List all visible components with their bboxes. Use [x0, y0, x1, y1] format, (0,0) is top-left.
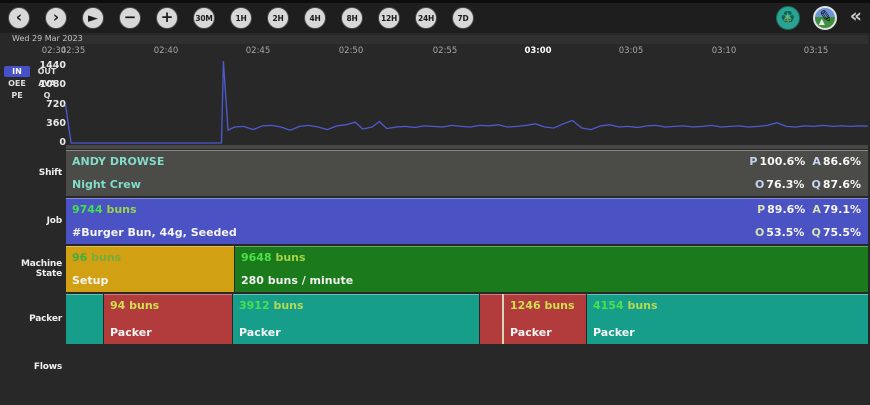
- job-segment-text: #Burger Bun, 44g, Seeded: [72, 226, 237, 239]
- timeline-tick: 02:50: [339, 46, 364, 56]
- range-4h-button[interactable]: 4H: [304, 7, 326, 29]
- timeline-tick: 02:40: [154, 46, 179, 56]
- machine-state-segment-text: 9648 buns: [241, 251, 306, 264]
- packer-segment-text: 4154 buns: [593, 299, 658, 312]
- rate-line-chart: [0, 58, 870, 150]
- toolbar-right: ♻ ⚠ ▲ ✎ «: [776, 6, 862, 30]
- packer-segment-text: Packer: [593, 326, 635, 339]
- machine-state-segment-text: 96 buns: [72, 251, 121, 264]
- range-24h-button[interactable]: 24H: [415, 7, 437, 29]
- recycle-status-button[interactable]: ♻ ⚠: [776, 6, 800, 30]
- shift-kpi-top: P100.6%A86.6%: [749, 155, 861, 168]
- row-label-packer: Packer: [0, 294, 62, 344]
- scene-edit-button[interactable]: ▲ ✎: [813, 6, 837, 30]
- packer-segment-text: 1246 buns: [510, 299, 575, 312]
- row-label-job: Job: [0, 198, 62, 244]
- packer-segment[interactable]: 94 buns Packer: [104, 294, 232, 344]
- machine-state-segment[interactable]: 9648 buns 280 buns / minute: [235, 246, 868, 292]
- shift-segment-text: Night Crew: [72, 178, 141, 191]
- timeline-tick: 02:45: [246, 46, 271, 56]
- packer-segment[interactable]: [480, 294, 502, 344]
- date-label: Wed 29 Mar 2023: [12, 34, 83, 43]
- job-segment[interactable]: 9744 buns #Burger Bun, 44g, Seeded P89.6%A…: [66, 198, 868, 244]
- timeline-tick: 03:10: [712, 46, 737, 56]
- range-30m-button[interactable]: 30M: [193, 7, 215, 29]
- packer-segment[interactable]: [66, 294, 103, 344]
- production-timeline-app: ‹ › ►−+30M 1H 2H 4H 8H 12H 24H 7D ♻ ⚠ ▲ ✎ « Wed 2…: [0, 0, 870, 405]
- range-8h-button[interactable]: 8H: [341, 7, 363, 29]
- shift-segment[interactable]: ANDY DROWSE Night Crew P100.6%A86.6% O76.3%…: [66, 150, 868, 196]
- row-label-shift: Shift: [0, 150, 62, 196]
- machine-state-segment-text: Setup: [72, 274, 108, 287]
- packer-segment-text: Packer: [510, 326, 552, 339]
- date-band: [66, 35, 868, 44]
- packer-segment-text: Packer: [110, 326, 152, 339]
- toolbar-buttons: ‹ › ►−+30M 1H 2H 4H 8H 12H 24H 7D: [8, 7, 474, 29]
- timeline-tick: 03:00: [524, 46, 551, 56]
- range-7d-button[interactable]: 7D: [452, 7, 474, 29]
- packer-segment[interactable]: 4154 buns Packer: [587, 294, 868, 344]
- job-segment-text: 9744 buns: [72, 203, 137, 216]
- packer-segment-text: 94 buns: [110, 299, 159, 312]
- range-1h-button[interactable]: 1H: [230, 7, 252, 29]
- pencil-icon: ✎: [817, 6, 834, 27]
- timeline-ruler: 02:3402:3502:4002:4502:5002:5503:0003:05…: [0, 46, 870, 58]
- zoom-out-button[interactable]: −: [119, 7, 141, 29]
- collapse-panel-icon[interactable]: «: [850, 7, 862, 29]
- packer-segment-text: Packer: [239, 326, 281, 339]
- machine-state-segment[interactable]: 96 buns Setup: [66, 246, 234, 292]
- skip-forward-button[interactable]: ►: [82, 7, 104, 29]
- timeline-tick: 02:55: [433, 46, 458, 56]
- packer-segment-text: 3912 buns: [239, 299, 304, 312]
- shift-kpi-bottom: O76.3%Q87.6%: [755, 178, 861, 191]
- timeline-tick: 03:15: [804, 46, 829, 56]
- range-12h-button[interactable]: 12H: [378, 7, 400, 29]
- warning-icon: ⚠: [777, 8, 799, 30]
- job-kpi-bottom: O53.5%Q75.5%: [755, 226, 861, 239]
- packer-segment[interactable]: 1246 buns Packer: [504, 294, 586, 344]
- shift-segment-text: ANDY DROWSE: [72, 155, 164, 168]
- row-label-machine-state: Machine State: [0, 246, 62, 292]
- next-button[interactable]: ›: [45, 7, 67, 29]
- timeline-tick: 03:05: [619, 46, 644, 56]
- machine-state-segment-text: 280 buns / minute: [241, 274, 353, 287]
- row-label-flows: Flows: [0, 344, 62, 390]
- toolbar: ‹ › ►−+30M 1H 2H 4H 8H 12H 24H 7D ♻ ⚠ ▲ ✎ «: [0, 0, 870, 33]
- prev-button[interactable]: ‹: [8, 7, 30, 29]
- rate-line: [66, 61, 868, 143]
- chart-baseline-strip: [66, 145, 868, 149]
- zoom-in-button[interactable]: +: [156, 7, 178, 29]
- job-kpi-top: P89.6%A79.1%: [757, 203, 861, 216]
- range-2h-button[interactable]: 2H: [267, 7, 289, 29]
- packer-segment[interactable]: 3912 buns Packer: [233, 294, 479, 344]
- timeline-tick: 02:35: [61, 46, 86, 56]
